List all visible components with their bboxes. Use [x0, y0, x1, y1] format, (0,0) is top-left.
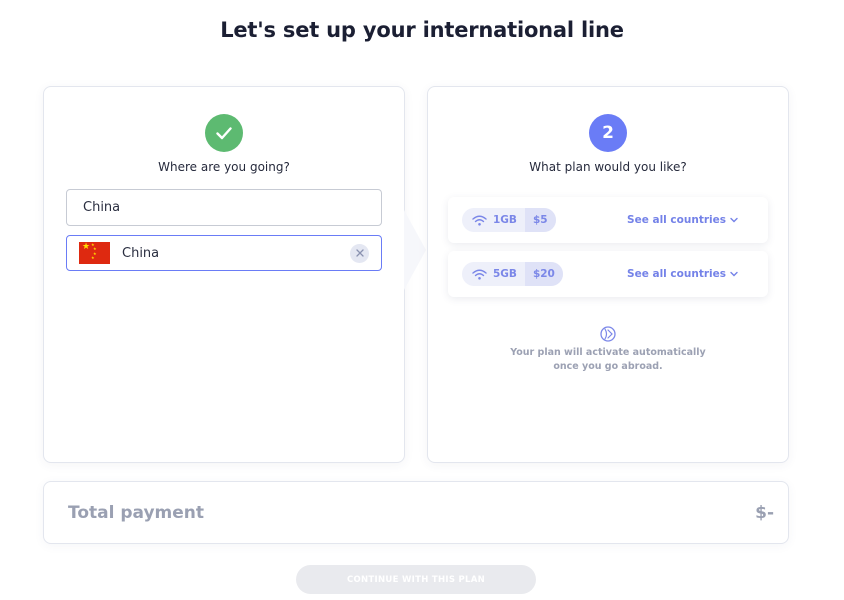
- see-all-countries-link[interactable]: See all countries: [627, 214, 738, 226]
- country-search-value: China: [83, 200, 121, 215]
- plan-option-1gb[interactable]: 1GB $5 See all countries: [448, 197, 768, 243]
- selected-country-chip[interactable]: ★ ★ ★ ★ ★ China: [66, 235, 382, 271]
- activation-info: Your plan will activate automatically on…: [428, 346, 788, 374]
- plan-data-amount: 1GB: [493, 214, 517, 226]
- destination-card: Where are you going? China ★ ★ ★ ★ ★ Chi…: [43, 86, 405, 463]
- activation-globe-icon: [600, 326, 616, 342]
- clear-country-button[interactable]: [350, 243, 369, 263]
- see-all-countries-label: See all countries: [627, 268, 726, 280]
- see-all-countries-label: See all countries: [627, 214, 726, 226]
- total-payment-label: Total payment: [68, 502, 205, 523]
- selected-country-name: China: [122, 245, 160, 261]
- continue-button[interactable]: CONTINUE WITH THIS PLAN: [296, 565, 536, 594]
- plan-price: $5: [524, 208, 556, 232]
- activation-info-line-1: Your plan will activate automatically: [510, 347, 706, 358]
- activation-info-line-2: once you go abroad.: [553, 361, 663, 372]
- page-title: Let's set up your international line: [220, 18, 624, 42]
- plan-card: 2 What plan would you like? 1GB $5 See a…: [427, 86, 789, 463]
- plan-pill: 1GB $5: [462, 208, 556, 232]
- close-icon: [355, 249, 364, 257]
- see-all-countries-link[interactable]: See all countries: [627, 268, 738, 280]
- step-number-badge: 2: [589, 114, 627, 152]
- wifi-icon: [472, 215, 487, 226]
- chevron-down-icon: [730, 271, 738, 277]
- plan-question: What plan would you like?: [529, 160, 687, 174]
- plan-pill: 5GB $20: [462, 262, 563, 286]
- total-payment-bar: Total payment $-: [43, 481, 789, 544]
- total-payment-amount: $-: [755, 502, 774, 523]
- china-flag-icon: ★ ★ ★ ★ ★: [79, 242, 110, 264]
- destination-question: Where are you going?: [158, 160, 290, 174]
- plan-data-amount: 5GB: [493, 268, 517, 280]
- chevron-down-icon: [730, 217, 738, 223]
- plan-price: $20: [524, 262, 563, 286]
- check-icon: [205, 114, 243, 152]
- country-search-input[interactable]: China: [66, 189, 382, 226]
- plan-option-5gb[interactable]: 5GB $20 See all countries: [448, 251, 768, 297]
- wifi-icon: [472, 269, 487, 280]
